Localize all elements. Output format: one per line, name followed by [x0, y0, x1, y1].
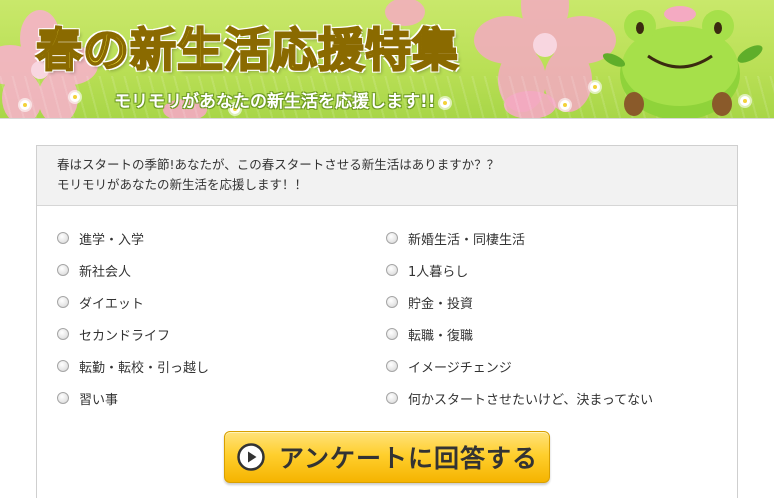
- play-circle-icon: [237, 443, 265, 471]
- flower-icon: [70, 92, 80, 102]
- radio-button[interactable]: [386, 328, 398, 340]
- flower-icon: [590, 82, 600, 92]
- campaign-banner: 春の新生活応援特集 モリモリがあなたの新生活を応援します!!: [0, 0, 774, 119]
- option-label: 転勤・転校・引っ越し: [79, 360, 210, 376]
- flower-icon: [560, 100, 570, 110]
- radio-button[interactable]: [57, 392, 69, 404]
- option-image-change[interactable]: イメージチェンジ: [386, 356, 512, 376]
- survey-panel: 春はスタートの季節!あなたが、この春スタートさせる新生活はありますか？？ モリモ…: [36, 145, 738, 498]
- radio-button[interactable]: [386, 392, 398, 404]
- option-undecided[interactable]: 何かスタートさせたいけど、決まってない: [386, 388, 653, 408]
- flower-icon: [440, 98, 450, 108]
- radio-button[interactable]: [57, 296, 69, 308]
- option-newlywed[interactable]: 新婚生活・同棲生活: [386, 228, 525, 248]
- survey-intro: 春はスタートの季節!あなたが、この春スタートさせる新生活はありますか？？ モリモ…: [37, 146, 737, 206]
- radio-button[interactable]: [386, 232, 398, 244]
- option-label: セカンドライフ: [79, 328, 171, 344]
- option-living-alone[interactable]: 1人暮らし: [386, 260, 468, 280]
- option-shinshakaijin[interactable]: 新社会人: [57, 260, 131, 280]
- radio-button[interactable]: [57, 264, 69, 276]
- option-label: 進学・入学: [79, 232, 145, 248]
- radio-button[interactable]: [57, 328, 69, 340]
- banner-title: 春の新生活応援特集: [35, 22, 459, 78]
- option-lessons[interactable]: 習い事: [57, 388, 118, 408]
- submit-survey-label: アンケートに回答する: [279, 444, 539, 473]
- option-label: 何かスタートさせたいけど、決まってない: [408, 392, 654, 408]
- option-label: 習い事: [79, 392, 119, 408]
- option-label: 新社会人: [79, 264, 132, 280]
- option-label: ダイエット: [79, 296, 144, 312]
- option-diet[interactable]: ダイエット: [57, 292, 144, 312]
- option-label: 新婚生活・同棲生活: [408, 232, 526, 248]
- option-savings[interactable]: 貯金・投資: [386, 292, 473, 312]
- radio-button[interactable]: [386, 296, 398, 308]
- option-job-change[interactable]: 転職・復職: [386, 324, 473, 344]
- survey-intro-line-1: 春はスタートの季節!あなたが、この春スタートさせる新生活はありますか？？: [57, 157, 500, 172]
- option-label: 転職・復職: [408, 328, 474, 344]
- survey-intro-line-2: モリモリがあなたの新生活を応援します！！: [57, 177, 308, 192]
- option-label: イメージチェンジ: [408, 360, 512, 376]
- radio-button[interactable]: [57, 232, 69, 244]
- option-shingaku[interactable]: 進学・入学: [57, 228, 144, 248]
- flower-icon: [20, 100, 30, 110]
- frog-mascot-icon: [560, 4, 770, 118]
- submit-survey-button[interactable]: アンケートに回答する: [224, 431, 550, 483]
- option-label: 貯金・投資: [408, 296, 474, 312]
- radio-button[interactable]: [386, 264, 398, 276]
- option-label: 1人暮らし: [408, 264, 469, 280]
- option-moving[interactable]: 転勤・転校・引っ越し: [57, 356, 209, 376]
- option-second-life[interactable]: セカンドライフ: [57, 324, 170, 344]
- radio-button[interactable]: [386, 360, 398, 372]
- radio-button[interactable]: [57, 360, 69, 372]
- banner-subtitle: モリモリがあなたの新生活を応援します!!: [114, 92, 436, 112]
